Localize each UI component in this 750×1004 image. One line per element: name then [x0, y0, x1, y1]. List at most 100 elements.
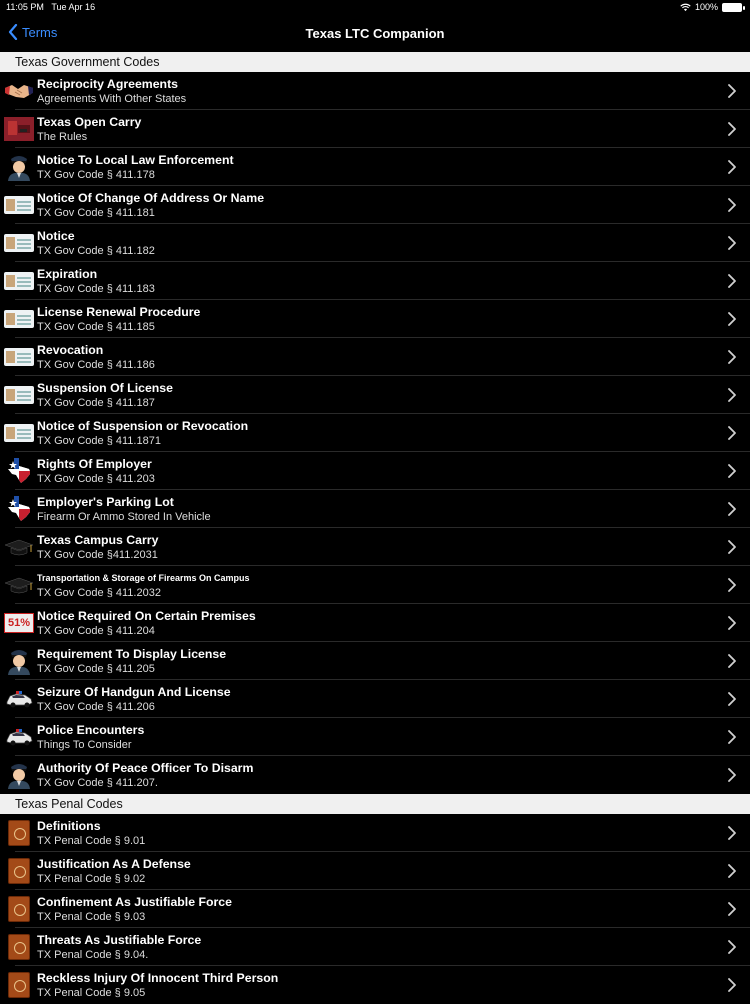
list-item-title: Rights Of Employer: [37, 456, 152, 471]
law-book-icon: [4, 896, 34, 922]
status-right: 100%: [680, 2, 745, 12]
list-item[interactable]: Police Encounters Things To Consider: [0, 718, 750, 756]
chevron-right-icon: [728, 236, 736, 255]
graduation-cap-icon: [4, 534, 34, 560]
list-item-texts: Notice Of Change Of Address Or Name TX Go…: [37, 191, 750, 220]
list-item[interactable]: Confinement As Justifiable Force TX Penal…: [0, 890, 750, 928]
list-item-texts: Employer's Parking Lot Firearm Or Ammo St…: [37, 495, 750, 524]
chevron-right-icon: [728, 312, 736, 331]
list-item[interactable]: Expiration TX Gov Code § 411.183: [0, 262, 750, 300]
list-item-subtitle: TX Gov Code § 411.182: [37, 244, 155, 257]
officer-icon: [4, 648, 34, 675]
list-item-title: Seizure Of Handgun And License: [37, 684, 231, 699]
list-item[interactable]: Texas Open Carry The Rules: [0, 110, 750, 148]
list-item[interactable]: Definitions TX Penal Code § 9.01: [0, 814, 750, 852]
list-item-title: Transportation & Storage of Firearms On …: [37, 572, 250, 583]
list-item-texts: Seizure Of Handgun And License TX Gov Cod…: [37, 685, 750, 714]
list-item[interactable]: Revocation TX Gov Code § 411.186: [0, 338, 750, 376]
list-item-subtitle: Things To Consider: [37, 738, 132, 751]
list-item[interactable]: Notice To Local Law Enforcement TX Gov Co…: [0, 148, 750, 186]
list-item[interactable]: Rights Of Employer TX Gov Code § 411.203: [0, 452, 750, 490]
list-item-title: Police Encounters: [37, 722, 145, 737]
list-item[interactable]: Requirement To Display License TX Gov Cod…: [0, 642, 750, 680]
graduation-cap-icon: [4, 572, 34, 598]
chevron-right-icon: [728, 902, 736, 921]
list-item[interactable]: Suspension Of License TX Gov Code § 411.1…: [0, 376, 750, 414]
chevron-right-icon: [728, 578, 736, 597]
status-bar: 11:05 PM Tue Apr 16 100%: [0, 0, 750, 14]
list-item[interactable]: 51% Notice Required On Certain Premises TX…: [0, 604, 750, 642]
list-item-subtitle: TX Gov Code § 411.207.: [37, 776, 158, 789]
list-item-texts: Notice To Local Law Enforcement TX Gov Co…: [37, 153, 750, 182]
chevron-right-icon: [728, 464, 736, 483]
list-item-subtitle: TX Penal Code § 9.03: [37, 910, 146, 923]
list-item-subtitle: TX Gov Code § 411.204: [37, 624, 155, 637]
page-title: Texas LTC Companion: [305, 26, 445, 41]
chevron-right-icon: [728, 540, 736, 559]
list-item[interactable]: Reckless Injury Of Innocent Third Person…: [0, 966, 750, 1004]
list-item[interactable]: Notice of Suspension or Revocation TX Gov…: [0, 414, 750, 452]
list-item-subtitle: TX Gov Code § 411.178: [37, 168, 155, 181]
list-item-texts: Suspension Of License TX Gov Code § 411.1…: [37, 381, 750, 410]
list-item[interactable]: Notice Of Change Of Address Or Name TX Go…: [0, 186, 750, 224]
list-item-subtitle: TX Gov Code § 411.186: [37, 358, 155, 371]
wifi-icon: [680, 3, 691, 11]
list-item[interactable]: Authority Of Peace Officer To Disarm TX G…: [0, 756, 750, 794]
section-header: Texas Penal Codes: [0, 794, 750, 814]
list-item-subtitle: TX Penal Code § 9.02: [37, 872, 146, 885]
list-item-texts: Authority Of Peace Officer To Disarm TX G…: [37, 761, 750, 790]
list-item-title: Texas Campus Carry: [37, 532, 159, 547]
list-item-title: Revocation: [37, 342, 104, 357]
chevron-right-icon: [728, 654, 736, 673]
list-item-title: Employer's Parking Lot: [37, 494, 174, 509]
officer-icon: [4, 762, 34, 789]
chevron-right-icon: [728, 692, 736, 711]
list-item-texts: Confinement As Justifiable Force TX Penal…: [37, 895, 750, 924]
police-car-icon: [4, 724, 34, 750]
list-item[interactable]: Reciprocity Agreements Agreements With Ot…: [0, 72, 750, 110]
chevron-right-icon: [728, 426, 736, 445]
list-item-title: Suspension Of License: [37, 380, 173, 395]
chevron-right-icon: [728, 350, 736, 369]
list-item-texts: Texas Open Carry The Rules: [37, 115, 750, 144]
list-item-texts: Notice of Suspension or Revocation TX Gov…: [37, 419, 750, 448]
list-item-texts: Expiration TX Gov Code § 411.183: [37, 267, 750, 296]
list-item[interactable]: Transportation & Storage of Firearms On …: [0, 566, 750, 604]
list-item-title: Authority Of Peace Officer To Disarm: [37, 760, 254, 775]
list-item-texts: Notice Required On Certain Premises TX Go…: [37, 609, 750, 638]
list-item-texts: Reciprocity Agreements Agreements With Ot…: [37, 77, 750, 106]
list-item-texts: Threats As Justifiable Force TX Penal Cod…: [37, 933, 750, 962]
license-card-icon: [4, 420, 34, 446]
list-item[interactable]: Seizure Of Handgun And License TX Gov Cod…: [0, 680, 750, 718]
list-item-texts: License Renewal Procedure TX Gov Code § 4…: [37, 305, 750, 334]
chevron-right-icon: [728, 274, 736, 293]
list-item-texts: Transportation & Storage of Firearms On …: [37, 571, 750, 600]
list-item[interactable]: Notice TX Gov Code § 411.182: [0, 224, 750, 262]
list-item[interactable]: Threats As Justifiable Force TX Penal Cod…: [0, 928, 750, 966]
license-card-icon: [4, 344, 34, 370]
list-item[interactable]: Texas Campus Carry TX Gov Code §411.2031: [0, 528, 750, 566]
status-time: 11:05 PM Tue Apr 16: [6, 2, 96, 12]
list-item-title: Requirement To Display License: [37, 646, 227, 661]
list-item-subtitle: TX Gov Code §411.2031: [37, 548, 158, 561]
chevron-right-icon: [728, 940, 736, 959]
list-item-title: Notice of Suspension or Revocation: [37, 418, 249, 433]
list-item-subtitle: TX Gov Code § 411.185: [37, 320, 155, 333]
chevron-right-icon: [728, 616, 736, 635]
navigation-bar: Terms Texas LTC Companion: [0, 14, 750, 52]
battery-percent: 100%: [694, 2, 718, 12]
battery-icon: [722, 2, 745, 12]
chevron-right-icon: [728, 122, 736, 141]
open-carry-photo-icon: [4, 116, 34, 142]
law-book-icon: [4, 972, 34, 998]
list-item-title: Texas Open Carry: [37, 114, 142, 129]
list-item[interactable]: License Renewal Procedure TX Gov Code § 4…: [0, 300, 750, 338]
list-item-subtitle: TX Gov Code § 411.203: [37, 472, 155, 485]
list-item[interactable]: Employer's Parking Lot Firearm Or Ammo St…: [0, 490, 750, 528]
chevron-right-icon: [728, 198, 736, 217]
list-item-subtitle: Firearm Or Ammo Stored In Vehicle: [37, 510, 211, 523]
chevron-right-icon: [728, 864, 736, 883]
list-item[interactable]: Justification As A Defense TX Penal Code …: [0, 852, 750, 890]
list-item-subtitle: TX Penal Code § 9.05: [37, 986, 146, 999]
list-item-texts: Police Encounters Things To Consider: [37, 723, 750, 752]
